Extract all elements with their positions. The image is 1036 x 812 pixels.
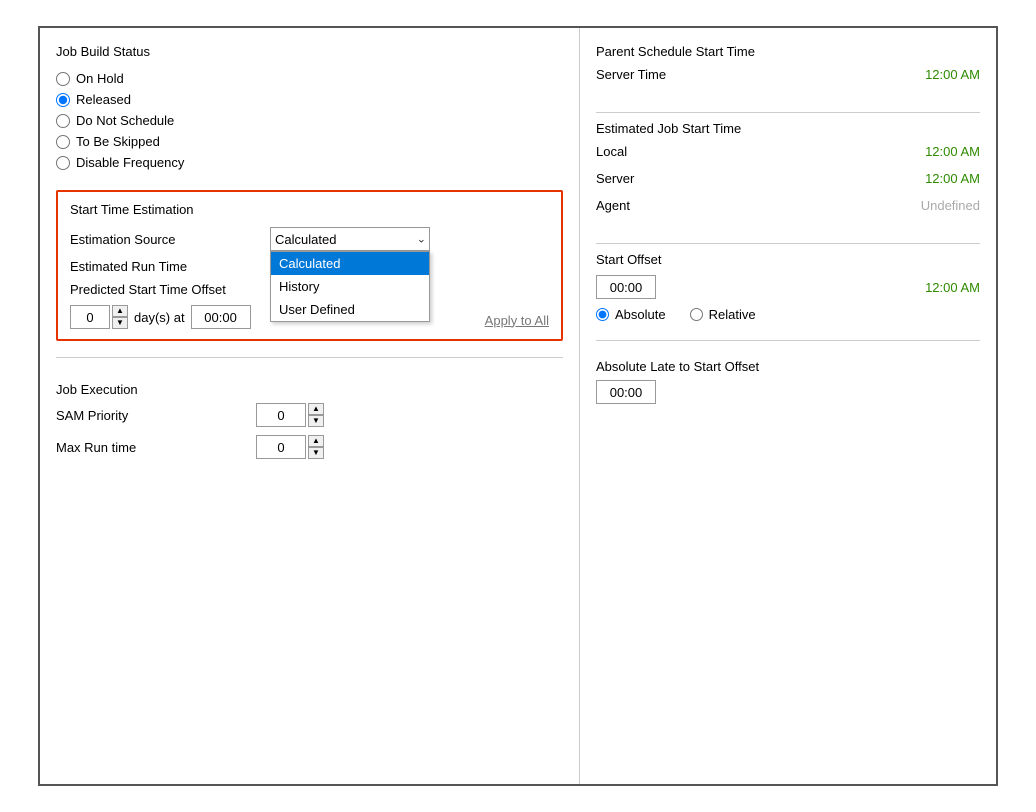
estimation-source-select[interactable]: Calculated History User Defined (270, 227, 430, 251)
days-spinner[interactable]: ▲ ▼ (70, 305, 128, 329)
max-run-time-input[interactable] (256, 435, 306, 459)
radio-relative-input[interactable] (690, 308, 703, 321)
divider-1 (56, 357, 563, 358)
predicted-start-time-label: Predicted Start Time Offset (70, 282, 270, 297)
start-time-estimation-title: Start Time Estimation (70, 202, 549, 217)
server-time-value: 12:00 AM (925, 67, 980, 82)
apply-to-all-link[interactable]: Apply to All (485, 313, 549, 328)
radio-to-be-skipped-label: To Be Skipped (76, 134, 160, 149)
server-time-label: Server Time (596, 67, 666, 82)
radio-released-input[interactable] (56, 93, 70, 107)
estimated-job-start-section: Estimated Job Start Time Local 12:00 AM … (596, 121, 980, 225)
radio-do-not-schedule[interactable]: Do Not Schedule (56, 113, 563, 128)
radio-disable-frequency[interactable]: Disable Frequency (56, 155, 563, 170)
radio-relative-label: Relative (709, 307, 756, 322)
estimation-source-wrapper[interactable]: Calculated History User Defined ⌄ Calcul… (270, 227, 430, 251)
time-at-input[interactable] (191, 305, 251, 329)
local-label: Local (596, 144, 627, 159)
max-up-button[interactable]: ▲ (308, 435, 324, 447)
offset-row: 12:00 AM (596, 275, 980, 299)
spinner-buttons: ▲ ▼ (112, 305, 128, 329)
radio-released-label: Released (76, 92, 131, 107)
sam-priority-buttons: ▲ ▼ (308, 403, 324, 427)
agent-label: Agent (596, 198, 630, 213)
server-time-row: Server Time 12:00 AM (596, 67, 980, 88)
radio-on-hold-label: On Hold (76, 71, 124, 86)
radio-absolute[interactable]: Absolute (596, 307, 666, 322)
job-build-status-title: Job Build Status (56, 44, 563, 59)
parent-schedule-title: Parent Schedule Start Time (596, 44, 980, 59)
days-at-label: day(s) at (134, 310, 185, 325)
estimation-source-row: Estimation Source Calculated History Use… (70, 227, 549, 251)
local-value: 12:00 AM (925, 144, 980, 159)
max-run-time-buttons: ▲ ▼ (308, 435, 324, 459)
job-execution-title: Job Execution (56, 382, 563, 397)
sam-up-button[interactable]: ▲ (308, 403, 324, 415)
estimated-run-time-label: Estimated Run Time (70, 259, 270, 274)
start-offset-title: Start Offset (596, 252, 980, 267)
sam-priority-spinner[interactable]: ▲ ▼ (256, 403, 324, 427)
right-divider-2 (596, 243, 980, 244)
right-panel: Parent Schedule Start Time Server Time 1… (580, 28, 996, 784)
offset-radio-row: Absolute Relative (596, 307, 980, 322)
max-run-time-row: Max Run time ▲ ▼ (56, 435, 563, 459)
right-divider-1 (596, 112, 980, 113)
radio-absolute-input[interactable] (596, 308, 609, 321)
right-divider-3 (596, 340, 980, 341)
start-offset-section: Start Offset 12:00 AM Absolute Relative (596, 252, 980, 322)
max-run-time-label: Max Run time (56, 440, 256, 455)
left-panel: Job Build Status On Hold Released Do Not… (40, 28, 580, 784)
sam-priority-label: SAM Priority (56, 408, 256, 423)
dropdown-calculated[interactable]: Calculated (271, 252, 429, 275)
absolute-late-input-row (596, 380, 980, 404)
radio-do-not-schedule-label: Do Not Schedule (76, 113, 174, 128)
sam-priority-input[interactable] (256, 403, 306, 427)
radio-to-be-skipped-input[interactable] (56, 135, 70, 149)
local-row: Local 12:00 AM (596, 144, 980, 165)
agent-row: Agent Undefined (596, 198, 980, 219)
absolute-late-input[interactable] (596, 380, 656, 404)
parent-schedule-section: Parent Schedule Start Time Server Time 1… (596, 44, 980, 94)
server-value: 12:00 AM (925, 171, 980, 186)
radio-to-be-skipped[interactable]: To Be Skipped (56, 134, 563, 149)
absolute-late-section: Absolute Late to Start Offset (596, 349, 980, 404)
dropdown-history[interactable]: History (271, 275, 429, 298)
offset-time-input[interactable] (596, 275, 656, 299)
radio-relative[interactable]: Relative (690, 307, 756, 322)
max-down-button[interactable]: ▼ (308, 447, 324, 459)
estimation-dropdown-list[interactable]: Calculated History User Defined (270, 251, 430, 322)
sam-down-button[interactable]: ▼ (308, 415, 324, 427)
offset-time-field[interactable] (596, 275, 656, 299)
server-label: Server (596, 171, 634, 186)
spinner-down-button[interactable]: ▼ (112, 317, 128, 329)
radio-disable-frequency-label: Disable Frequency (76, 155, 184, 170)
radio-absolute-label: Absolute (615, 307, 666, 322)
radio-do-not-schedule-input[interactable] (56, 114, 70, 128)
estimated-job-start-title: Estimated Job Start Time (596, 121, 980, 136)
days-input[interactable] (70, 305, 110, 329)
agent-value: Undefined (921, 198, 980, 213)
server-row: Server 12:00 AM (596, 171, 980, 192)
start-time-estimation-box: Start Time Estimation Estimation Source … (56, 190, 563, 341)
spinner-up-button[interactable]: ▲ (112, 305, 128, 317)
job-execution-section: Job Execution SAM Priority ▲ ▼ Max Run t… (56, 382, 563, 467)
radio-disable-frequency-input[interactable] (56, 156, 70, 170)
estimation-source-label: Estimation Source (70, 232, 270, 247)
radio-released[interactable]: Released (56, 92, 563, 107)
radio-on-hold-input[interactable] (56, 72, 70, 86)
main-container: Job Build Status On Hold Released Do Not… (38, 26, 998, 786)
dropdown-user-defined[interactable]: User Defined (271, 298, 429, 321)
max-run-time-spinner[interactable]: ▲ ▼ (256, 435, 324, 459)
radio-on-hold[interactable]: On Hold (56, 71, 563, 86)
job-build-status-group: On Hold Released Do Not Schedule To Be S… (56, 71, 563, 170)
absolute-late-title: Absolute Late to Start Offset (596, 359, 980, 374)
offset-time-display: 12:00 AM (925, 280, 980, 295)
sam-priority-row: SAM Priority ▲ ▼ (56, 403, 563, 427)
